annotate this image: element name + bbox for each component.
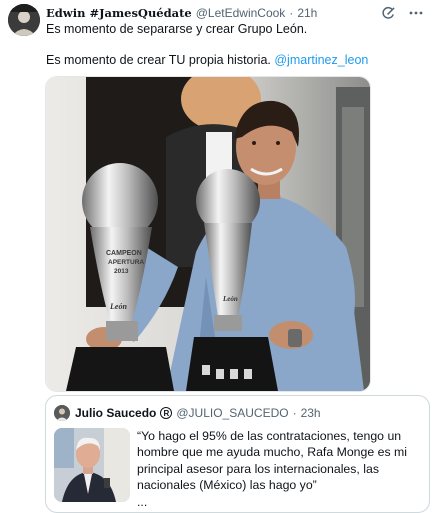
- separator-dot: ·: [289, 6, 294, 20]
- quoted-text-line-2: hombre que me ayuda mucho, Rafa Monge es…: [137, 445, 407, 460]
- mention-link[interactable]: @jmartinez_leon: [274, 53, 368, 67]
- tweet-text: Es momento de crear TU propia historia.: [46, 53, 271, 67]
- quoted-text-line-1: “Yo hago el 95% de las contrataciones, t…: [137, 429, 402, 443]
- trophy-brand-right: León: [222, 295, 238, 303]
- tweet[interactable]: Edwin #JamesQuédate @LetEdwinCook · 21h …: [0, 0, 434, 513]
- trophy-text-1: CAMPEON: [106, 250, 142, 257]
- quoted-text-line-5: ...: [137, 494, 148, 509]
- quoted-thumbnail[interactable]: [54, 428, 130, 502]
- quoted-text: “Yo hago el 95% de las contrataciones, t…: [137, 428, 427, 510]
- author-avatar[interactable]: [8, 4, 40, 36]
- quoted-author-handle[interactable]: @JULIO_SAUCEDO: [176, 406, 288, 420]
- more-icon[interactable]: [408, 5, 424, 21]
- author-handle[interactable]: @LetEdwinCook: [196, 6, 286, 20]
- tweet-header: Edwin #JamesQuédate @LetEdwinCook · 21h: [46, 5, 317, 21]
- quoted-separator-dot: ·: [292, 406, 297, 420]
- tweet-timestamp[interactable]: 21h: [297, 6, 317, 20]
- quoted-author-avatar[interactable]: [54, 405, 70, 421]
- tweet-text-line-2: Es momento de crear TU propia historia. …: [46, 53, 368, 67]
- quoted-timestamp[interactable]: 23h: [301, 406, 321, 420]
- registered-badge-icon: R: [160, 407, 173, 419]
- trophy-text-2: APERTURA: [108, 259, 144, 266]
- quoted-text-line-4: nacionales (México) las hago yo”: [137, 478, 317, 493]
- grok-icon[interactable]: [380, 5, 396, 21]
- tweet-text-line-1: Es momento de separarse y crear Grupo Le…: [46, 22, 308, 36]
- trophy-text-3: 2013: [114, 268, 129, 275]
- quoted-author-name[interactable]: Julio Saucedo: [75, 406, 156, 420]
- trophy-brand-left: León: [109, 302, 127, 311]
- author-name[interactable]: Edwin #JamesQuédate: [46, 6, 192, 20]
- quoted-tweet[interactable]: Julio Saucedo R @JULIO_SAUCEDO · 23h “Yo…: [45, 395, 430, 513]
- quoted-header: Julio Saucedo R @JULIO_SAUCEDO · 23h: [75, 406, 321, 420]
- tweet-actions-top: [380, 5, 424, 21]
- quoted-text-line-3: principal asesor para los internacionale…: [137, 461, 379, 476]
- tweet-photo[interactable]: CAMPEON APERTURA 2013 León León: [45, 76, 371, 392]
